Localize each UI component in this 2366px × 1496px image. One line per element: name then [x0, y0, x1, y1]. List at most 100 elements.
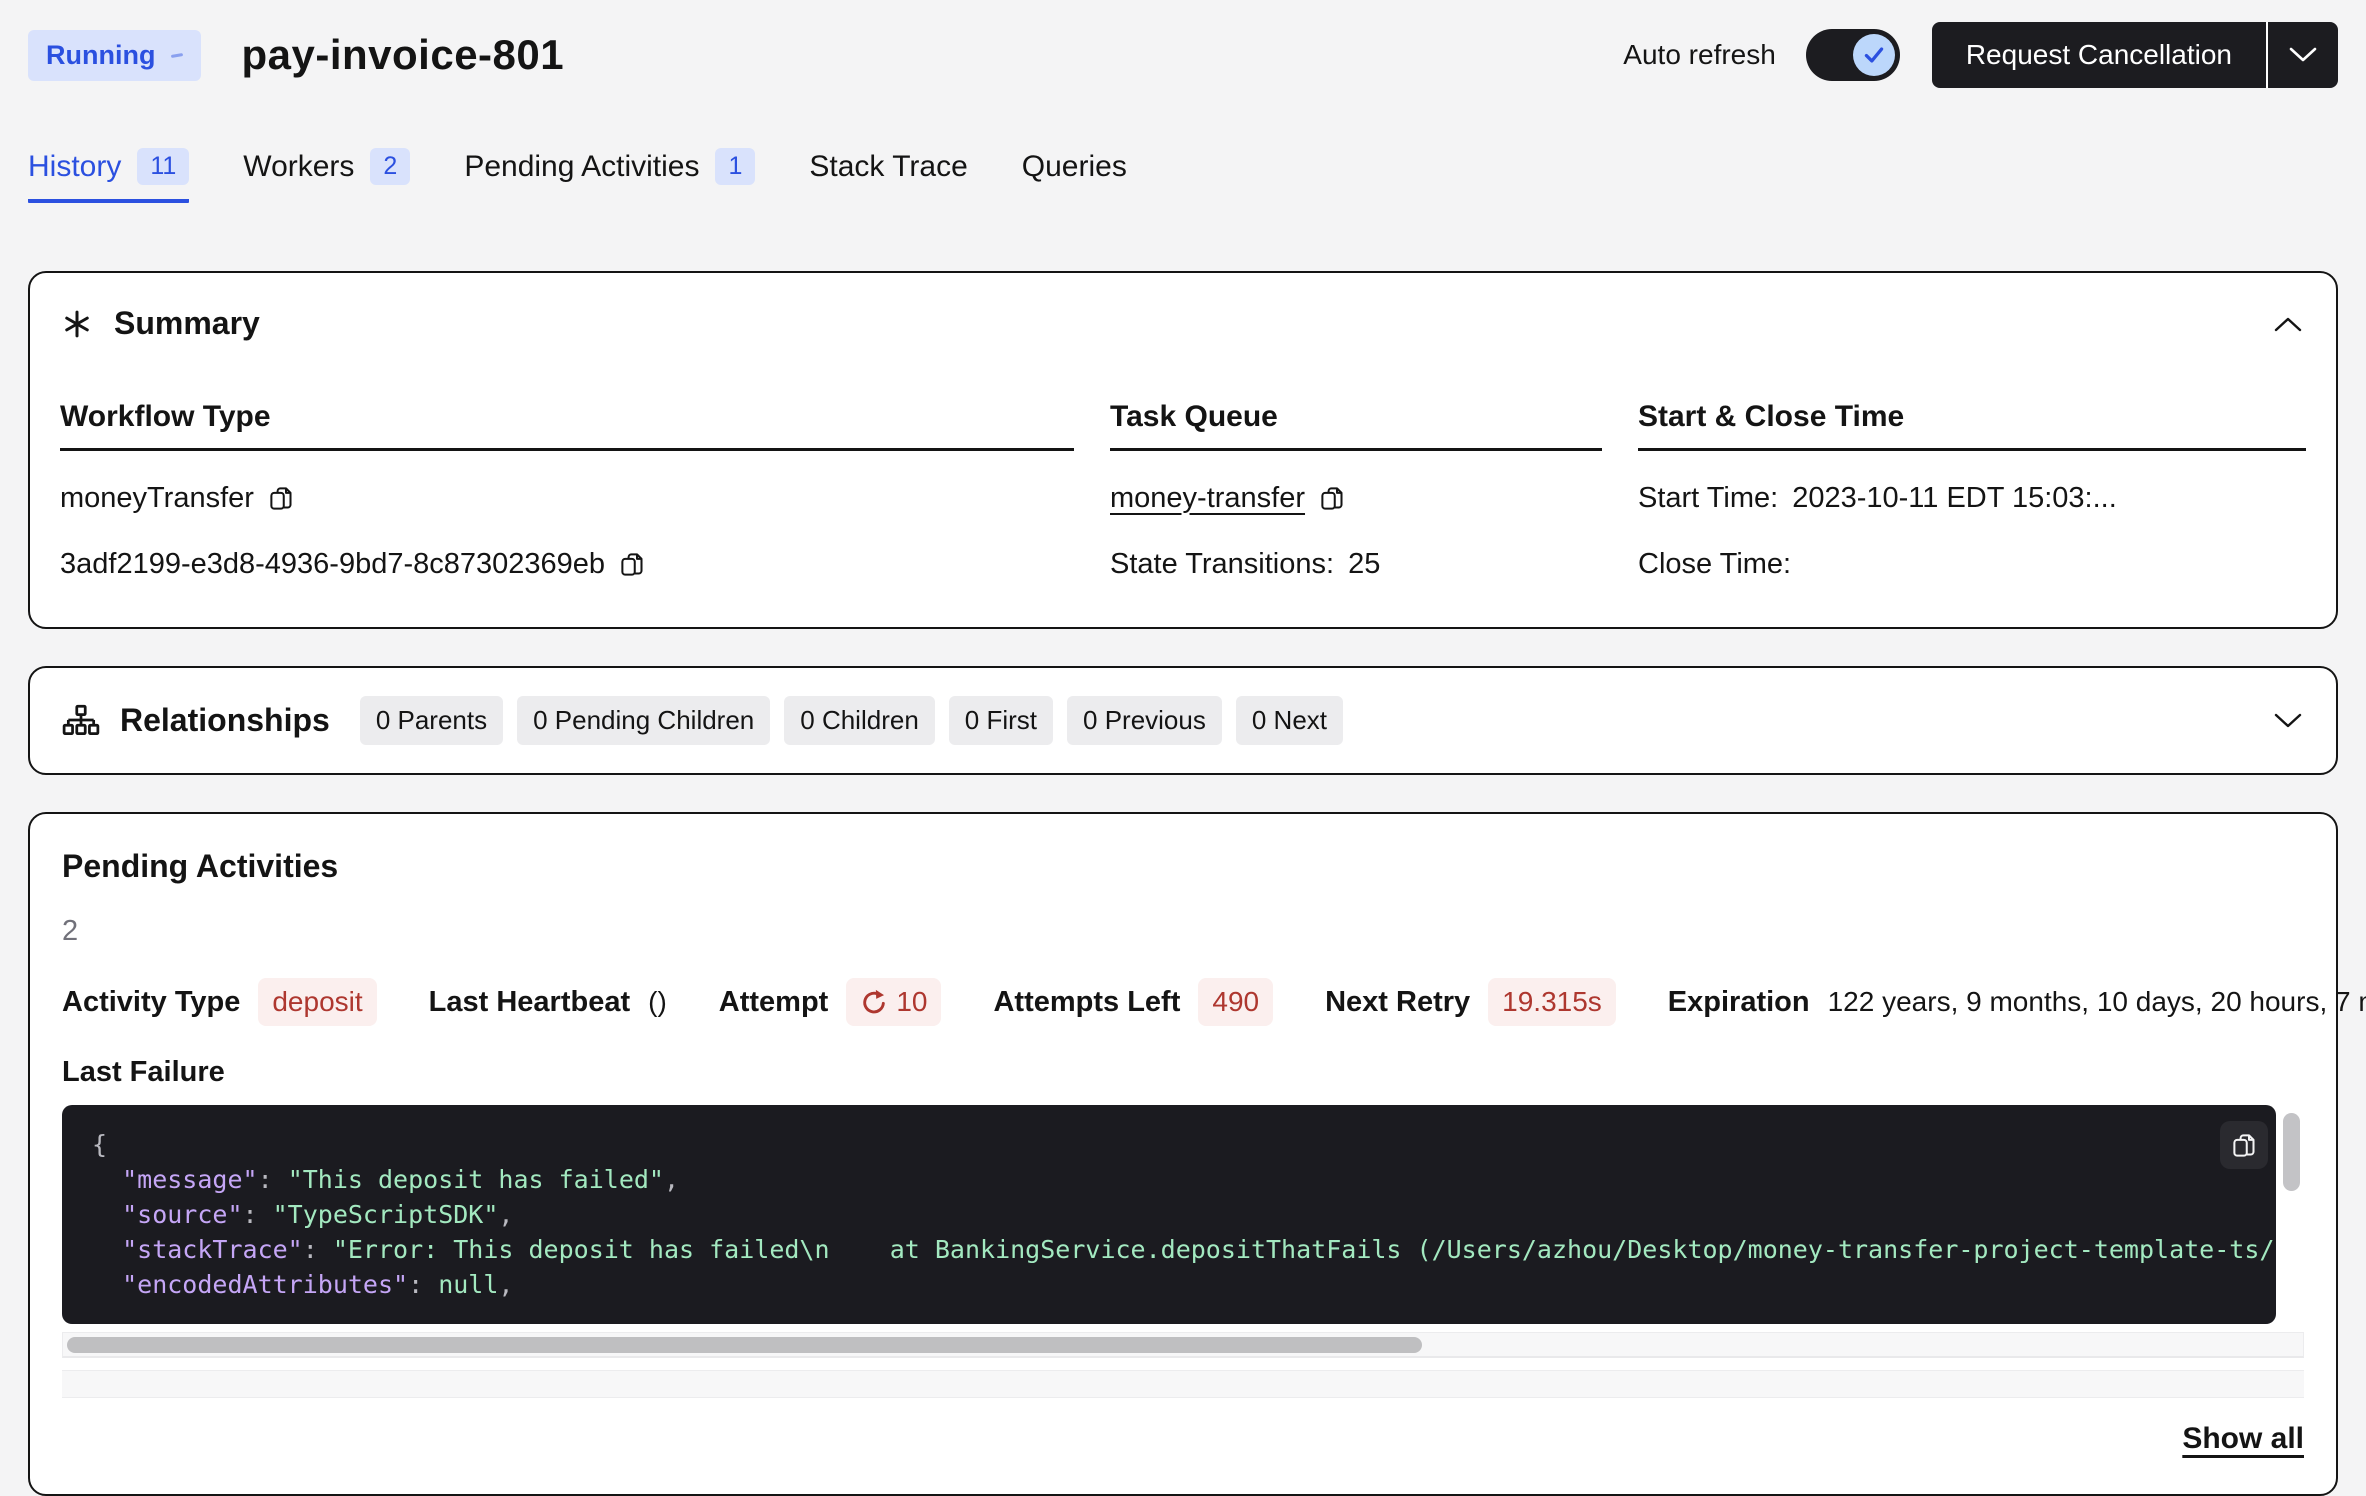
- relationships-title: Relationships: [120, 702, 330, 739]
- copy-task-queue-button[interactable]: [1319, 485, 1346, 512]
- last-heartbeat-value: (): [648, 986, 667, 1018]
- copy-workflow-type-button[interactable]: [268, 485, 295, 512]
- status-running-indicator-icon: [171, 52, 183, 57]
- code-horizontal-scrollbar[interactable]: [62, 1332, 2304, 1358]
- copy-icon: [1319, 485, 1346, 512]
- task-queue-link[interactable]: money-transfer: [1110, 482, 1305, 515]
- tab-label: Queries: [1022, 150, 1127, 184]
- tab-queries[interactable]: Queries: [1022, 148, 1127, 203]
- workflow-type-value: moneyTransfer: [60, 482, 254, 515]
- summary-card-header: Summary: [30, 273, 2336, 342]
- copy-run-id-button[interactable]: [619, 551, 646, 578]
- code-line: {: [92, 1127, 2246, 1162]
- code-line: "encodedAttributes": null,: [92, 1267, 2246, 1302]
- sitemap-icon: [62, 704, 100, 738]
- task-queue-header: Task Queue: [1110, 400, 1602, 451]
- first-badge: 0 First: [949, 696, 1053, 745]
- check-icon: [1861, 42, 1887, 68]
- tab-label: Pending Activities: [464, 150, 699, 184]
- toggle-knob: [1853, 34, 1895, 76]
- expiration-value: 122 years, 9 months, 10 days, 20 hours, …: [1828, 986, 2366, 1018]
- copy-failure-button[interactable]: [2220, 1121, 2268, 1169]
- last-failure-code-block[interactable]: { "message": "This deposit has failed", …: [62, 1105, 2276, 1324]
- relationships-card: Relationships 0 Parents 0 Pending Childr…: [28, 666, 2338, 775]
- attempts-left-badge: 490: [1198, 978, 1273, 1026]
- workflow-type-column: Workflow Type moneyTransfer 3adf2199-e3d…: [60, 400, 1074, 583]
- start-time-label: Start Time:: [1638, 482, 1778, 515]
- pending-activities-body: Pending Activities 2 Activity Type depos…: [30, 814, 2336, 1494]
- code-line: "message": "This deposit has failed",: [92, 1162, 2246, 1197]
- tab-count-badge: 11: [137, 148, 189, 185]
- activity-type-label: Activity Type: [62, 986, 240, 1019]
- request-cancellation-button[interactable]: Request Cancellation: [1932, 22, 2266, 88]
- tab-stack-trace[interactable]: Stack Trace: [809, 148, 967, 203]
- copy-icon: [2231, 1132, 2258, 1159]
- state-transitions-row: State Transitions: 25: [1110, 545, 1602, 583]
- tab-bar: History 11 Workers 2 Pending Activities …: [28, 148, 2338, 203]
- last-failure-label: Last Failure: [62, 1056, 2304, 1089]
- summary-collapse-button[interactable]: [2272, 315, 2304, 333]
- activity-detail-row: Activity Type deposit Last Heartbeat () …: [62, 978, 2304, 1026]
- request-cancellation-split-button: Request Cancellation: [1932, 22, 2338, 88]
- task-queue-column: Task Queue money-transfer State Transiti…: [1110, 400, 1602, 583]
- auto-refresh-label: Auto refresh: [1623, 39, 1776, 71]
- code-line: "source": "TypeScriptSDK",: [92, 1197, 2246, 1232]
- summary-title: Summary: [114, 305, 260, 342]
- tab-pending-activities[interactable]: Pending Activities 1: [464, 148, 755, 203]
- show-all-row: Show all: [62, 1422, 2304, 1456]
- relationships-row: Relationships 0 Parents 0 Pending Childr…: [30, 668, 2336, 773]
- next-activity-row-divider: [62, 1370, 2304, 1398]
- close-time-label: Close Time:: [1638, 548, 1791, 581]
- attempt-badge: 10: [846, 978, 941, 1026]
- last-failure-code-wrap: { "message": "This deposit has failed", …: [62, 1105, 2304, 1324]
- page-title: pay-invoice-801: [241, 31, 564, 79]
- times-column: Start & Close Time Start Time: 2023-10-1…: [1638, 400, 2306, 583]
- chevron-down-icon: [2272, 712, 2304, 730]
- expiration-label: Expiration: [1668, 986, 1810, 1019]
- run-id-value: 3adf2199-e3d8-4936-9bd7-8c87302369eb: [60, 548, 605, 581]
- header-actions: Auto refresh Request Cancellation: [1623, 22, 2338, 88]
- pending-children-badge: 0 Pending Children: [517, 696, 770, 745]
- workflow-page: Running pay-invoice-801 Auto refresh Req…: [0, 0, 2366, 1496]
- copy-icon: [619, 551, 646, 578]
- summary-columns: Workflow Type moneyTransfer 3adf2199-e3d…: [30, 342, 2336, 627]
- code-vertical-scrollbar[interactable]: [2283, 1113, 2300, 1191]
- tab-count-badge: 2: [370, 148, 410, 185]
- status-badge: Running: [28, 30, 201, 81]
- workflow-type-row: moneyTransfer: [60, 479, 1074, 517]
- relationships-expand-button[interactable]: [2272, 712, 2304, 730]
- attempt-value: 10: [896, 986, 927, 1018]
- state-transitions-label: State Transitions:: [1110, 548, 1334, 581]
- attempt-label: Attempt: [719, 986, 829, 1019]
- next-retry-label: Next Retry: [1325, 986, 1470, 1019]
- tab-label: Stack Trace: [809, 150, 967, 184]
- activity-type-badge: deposit: [258, 978, 376, 1026]
- times-header: Start & Close Time: [1638, 400, 2306, 451]
- children-badge: 0 Children: [784, 696, 935, 745]
- previous-badge: 0 Previous: [1067, 696, 1222, 745]
- start-time-value: 2023-10-11 EDT 15:03:...: [1792, 482, 2117, 515]
- status-label: Running: [46, 40, 155, 71]
- relationships-badges: 0 Parents 0 Pending Children 0 Children …: [360, 696, 1343, 745]
- asterisk-icon: [62, 309, 92, 339]
- state-transitions-value: 25: [1348, 548, 1380, 581]
- close-time-row: Close Time:: [1638, 545, 2306, 583]
- copy-icon: [268, 485, 295, 512]
- chevron-down-icon: [2288, 46, 2318, 64]
- auto-refresh-toggle[interactable]: [1806, 29, 1900, 81]
- pending-activities-title: Pending Activities: [62, 848, 2304, 885]
- request-cancellation-menu-button[interactable]: [2266, 22, 2338, 88]
- horizontal-scrollbar-thumb[interactable]: [67, 1337, 1422, 1353]
- tab-workers[interactable]: Workers 2: [243, 148, 410, 203]
- run-id-row: 3adf2199-e3d8-4936-9bd7-8c87302369eb: [60, 545, 1074, 583]
- pending-activities-count: 2: [62, 915, 2304, 948]
- tab-label: Workers: [243, 150, 354, 184]
- tab-history[interactable]: History 11: [28, 148, 189, 203]
- show-all-link[interactable]: Show all: [2182, 1422, 2304, 1456]
- pending-activities-card: Pending Activities 2 Activity Type depos…: [28, 812, 2338, 1496]
- workflow-type-header: Workflow Type: [60, 400, 1074, 451]
- parents-badge: 0 Parents: [360, 696, 503, 745]
- next-retry-badge: 19.315s: [1488, 978, 1616, 1026]
- chevron-up-icon: [2272, 315, 2304, 333]
- tab-count-badge: 1: [715, 148, 755, 185]
